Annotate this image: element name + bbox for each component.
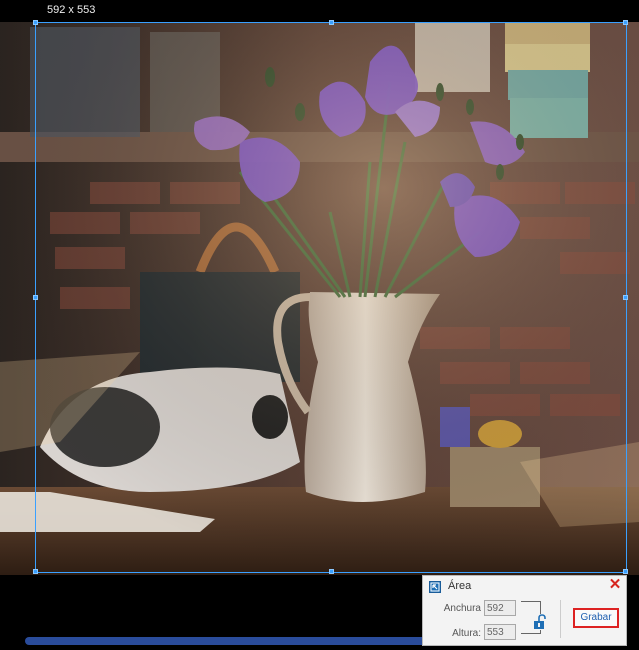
panel-divider — [560, 600, 561, 638]
resize-handle-top-left[interactable] — [33, 20, 38, 25]
resize-handle-left[interactable] — [33, 295, 38, 300]
record-button[interactable]: Grabar — [573, 608, 619, 628]
top-strip: 592 x 553 — [0, 0, 639, 22]
resize-handle-top[interactable] — [329, 20, 334, 25]
capture-selection-rectangle[interactable] — [33, 20, 628, 574]
area-panel-title: Área — [448, 580, 472, 592]
close-icon[interactable]: ✕ — [607, 577, 623, 593]
width-field[interactable] — [484, 600, 516, 616]
area-select-icon — [429, 581, 441, 593]
area-panel: Área ✕ Anchura Altura: Grabar — [422, 575, 627, 646]
resize-handle-bottom-left[interactable] — [33, 569, 38, 574]
resize-handle-right[interactable] — [623, 295, 628, 300]
height-field[interactable] — [484, 624, 516, 640]
selection-dimensions-label: 592 x 553 — [47, 4, 96, 16]
height-label: Altura: — [452, 628, 481, 639]
resize-handle-top-right[interactable] — [623, 20, 628, 25]
resize-handle-bottom[interactable] — [329, 569, 334, 574]
width-label: Anchura — [443, 603, 481, 614]
resize-handle-bottom-right[interactable] — [623, 569, 628, 574]
unlocked-padlock-icon[interactable] — [533, 614, 547, 630]
